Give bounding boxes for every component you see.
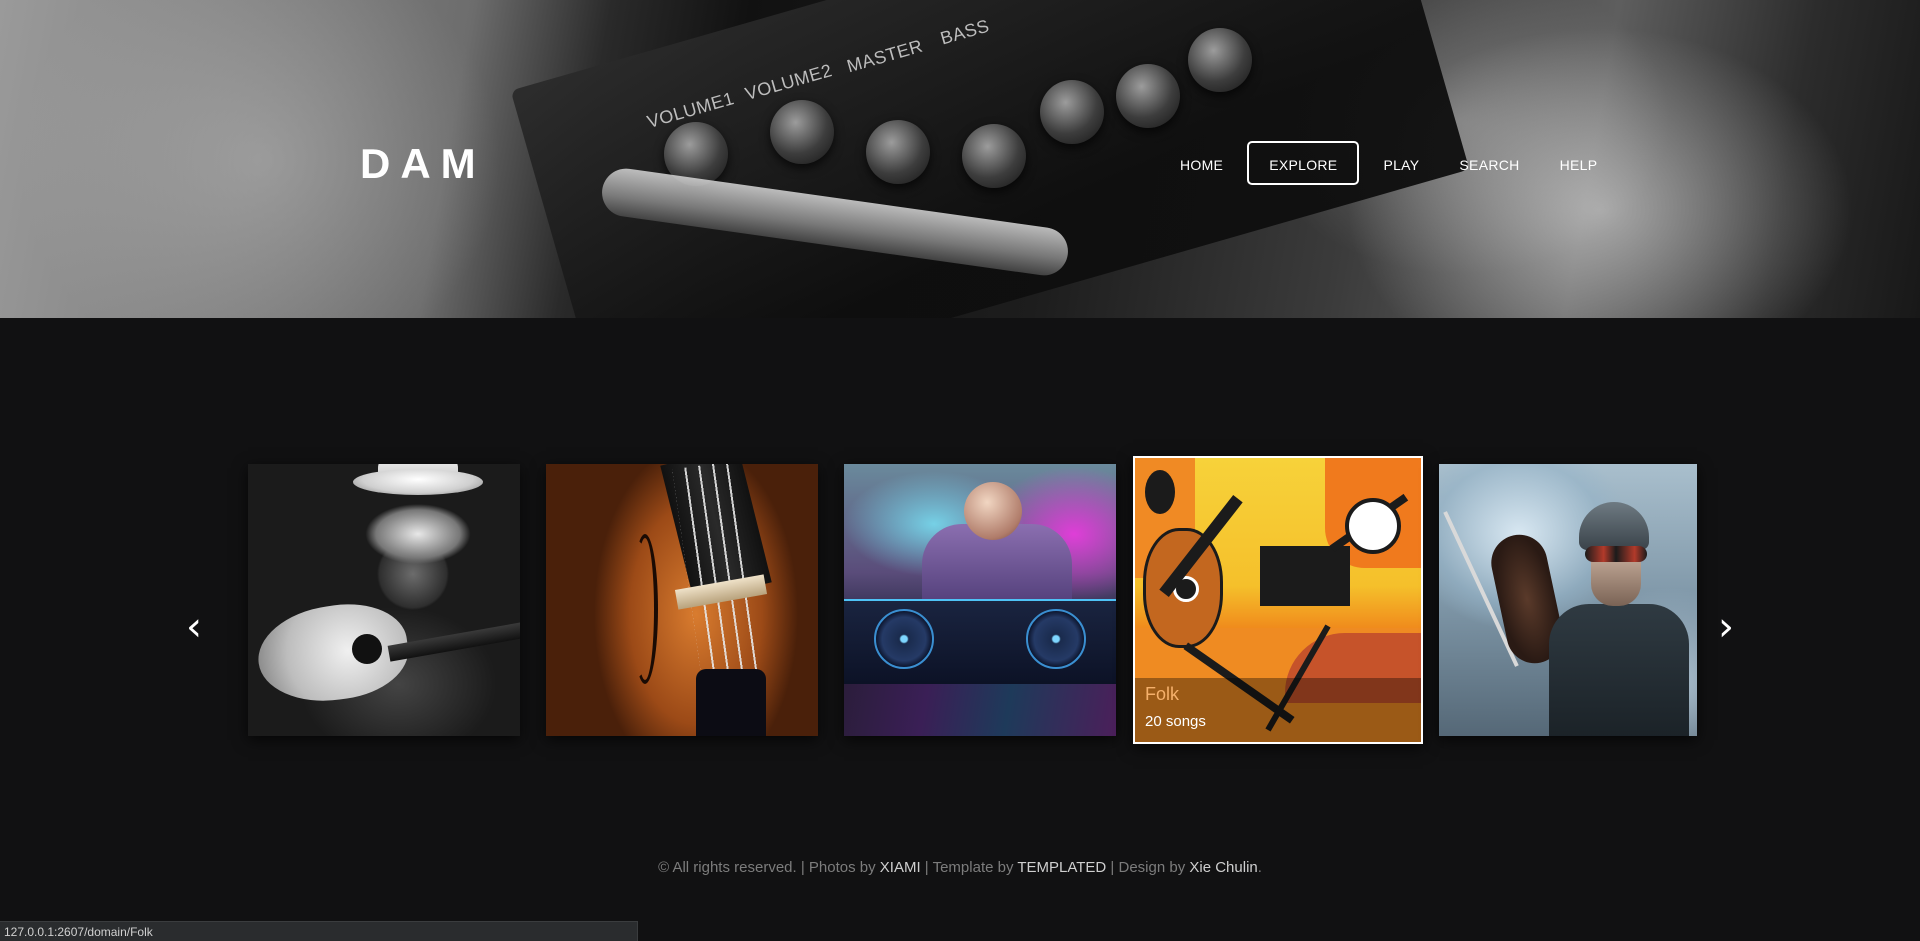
site-logo[interactable]: DAM: [360, 140, 486, 188]
dj-image: [844, 464, 1116, 736]
genre-card-blues[interactable]: [248, 464, 520, 736]
card-caption: Folk 20 songs: [1135, 678, 1421, 742]
template-link[interactable]: TEMPLATED: [1017, 859, 1106, 876]
genre-card-electronic[interactable]: [844, 464, 1116, 736]
knob-icon: [962, 124, 1026, 188]
photos-prefix: | Photos by: [796, 859, 880, 876]
genre-card-folk[interactable]: Folk 20 songs: [1133, 456, 1423, 744]
genre-title: Folk: [1145, 684, 1180, 704]
nav-play[interactable]: PLAY: [1367, 141, 1435, 185]
design-prefix: | Design by: [1106, 859, 1190, 876]
chevron-left-icon[interactable]: ‹: [179, 600, 209, 654]
nav-help[interactable]: HELP: [1544, 141, 1614, 185]
photos-link[interactable]: XIAMI: [880, 859, 921, 876]
genre-card-rock[interactable]: [1439, 464, 1697, 736]
footer-suffix: .: [1257, 859, 1262, 876]
template-prefix: | Template by: [920, 859, 1018, 876]
design-link[interactable]: Xie Chulin: [1189, 859, 1257, 876]
genre-card-classical[interactable]: [546, 464, 818, 736]
browser-status-bar: 127.0.0.1:2607/domain/Folk: [0, 921, 638, 941]
nav-explore[interactable]: EXPLORE: [1247, 141, 1360, 185]
knob-icon: [770, 100, 834, 164]
knob-icon: [1188, 28, 1252, 92]
blues-guitarist-image: [248, 464, 520, 736]
nav-home[interactable]: HOME: [1164, 141, 1239, 185]
song-count: 20 songs: [1145, 713, 1206, 730]
knob-icon: [866, 120, 930, 184]
footer: © All rights reserved. | Photos by XIAMI…: [0, 859, 1920, 876]
violin-image: [546, 464, 818, 736]
nav-search[interactable]: SEARCH: [1443, 141, 1535, 185]
header-banner: VOLUME1 VOLUME2 MASTER BASS DAM HOME EXP…: [0, 0, 1920, 318]
soldier-violinist-image: [1439, 464, 1697, 736]
knob-icon: [1116, 64, 1180, 128]
genre-carousel: ‹ Folk 20 songs ›: [0, 318, 1920, 838]
chevron-right-icon[interactable]: ›: [1711, 600, 1741, 654]
knob-icon: [1040, 80, 1104, 144]
main-nav: HOME EXPLORE PLAY SEARCH HELP: [1164, 141, 1621, 185]
copyright-text: © All rights reserved.: [658, 859, 797, 876]
